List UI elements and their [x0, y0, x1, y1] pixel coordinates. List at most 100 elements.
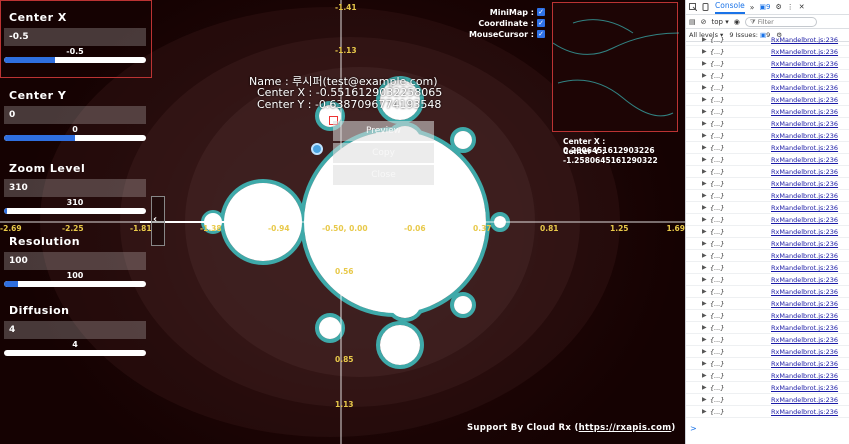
expand-arrow-icon[interactable]: ▶	[702, 120, 707, 127]
console-log-row[interactable]: ▶ {...} RxMandelbrot.js:236	[686, 58, 849, 70]
console-log-row[interactable]: ▶ {...} RxMandelbrot.js:236	[686, 154, 849, 166]
expand-arrow-icon[interactable]: ▶	[702, 264, 707, 271]
panel-input[interactable]: 310	[4, 179, 146, 197]
log-object[interactable]: {...}	[710, 204, 724, 212]
log-object[interactable]: {...}	[710, 60, 724, 68]
eye-icon[interactable]: ◉	[734, 18, 740, 26]
expand-arrow-icon[interactable]: ▶	[702, 396, 707, 403]
log-object[interactable]: {...}	[710, 324, 724, 332]
expand-arrow-icon[interactable]: ▶	[702, 228, 707, 235]
expand-arrow-icon[interactable]: ▶	[702, 216, 707, 223]
console-log-row[interactable]: ▶ {...} RxMandelbrot.js:236	[686, 106, 849, 118]
log-source-link[interactable]: RxMandelbrot.js:236	[771, 396, 838, 404]
expand-arrow-icon[interactable]: ▶	[702, 312, 707, 319]
checkbox[interactable]: ✓	[537, 19, 545, 27]
console-log-row[interactable]: ▶ {...} RxMandelbrot.js:236	[686, 394, 849, 406]
console-log-row[interactable]: ▶ {...} RxMandelbrot.js:236	[686, 226, 849, 238]
panel-input[interactable]: 4	[4, 321, 146, 339]
context-select[interactable]: top ▾	[712, 18, 729, 26]
fractal-viewport[interactable]: -2.69 -2.25 -1.81 -1.38 -0.94 -0.50, 0.00 -0.0…	[0, 0, 685, 444]
console-log-row[interactable]: ▶ {...} RxMandelbrot.js:236	[686, 94, 849, 106]
log-object[interactable]: {...}	[710, 132, 724, 140]
checkbox[interactable]: ✓	[537, 8, 545, 16]
log-source-link[interactable]: RxMandelbrot.js:236	[771, 288, 838, 296]
log-source-link[interactable]: RxMandelbrot.js:236	[771, 108, 838, 116]
console-prompt[interactable]: >	[690, 424, 697, 433]
console-log-row[interactable]: ▶ {...} RxMandelbrot.js:236	[686, 130, 849, 142]
log-source-link[interactable]: RxMandelbrot.js:236	[771, 312, 838, 320]
log-object[interactable]: {...}	[710, 396, 724, 404]
log-object[interactable]: {...}	[710, 180, 724, 188]
inspect-icon[interactable]	[689, 3, 697, 11]
log-source-link[interactable]: RxMandelbrot.js:236	[771, 300, 838, 308]
panel-slider[interactable]	[4, 57, 146, 63]
console-log-row[interactable]: ▶ {...} RxMandelbrot.js:236	[686, 238, 849, 250]
log-object[interactable]: {...}	[710, 84, 724, 92]
issues-badge[interactable]: ▣9	[759, 3, 770, 11]
expand-arrow-icon[interactable]: ▶	[702, 348, 707, 355]
log-object[interactable]: {...}	[710, 288, 724, 296]
expand-arrow-icon[interactable]: ▶	[702, 288, 707, 295]
expand-arrow-icon[interactable]: ▶	[702, 204, 707, 211]
log-source-link[interactable]: RxMandelbrot.js:236	[771, 132, 838, 140]
console-log-row[interactable]: ▶ {...} RxMandelbrot.js:236	[686, 166, 849, 178]
console-log-row[interactable]: ▶ {...} RxMandelbrot.js:236	[686, 142, 849, 154]
tab-console[interactable]: Console	[715, 1, 745, 14]
log-object[interactable]: {...}	[710, 252, 724, 260]
log-source-link[interactable]: RxMandelbrot.js:236	[771, 216, 838, 224]
log-object[interactable]: {...}	[710, 192, 724, 200]
log-object[interactable]: {...}	[710, 156, 724, 164]
log-source-link[interactable]: RxMandelbrot.js:236	[771, 372, 838, 380]
log-object[interactable]: {...}	[710, 372, 724, 380]
expand-arrow-icon[interactable]: ▶	[702, 180, 707, 187]
expand-arrow-icon[interactable]: ▶	[702, 384, 707, 391]
log-object[interactable]: {...}	[710, 96, 724, 104]
log-source-link[interactable]: RxMandelbrot.js:236	[771, 264, 838, 272]
log-source-link[interactable]: RxMandelbrot.js:236	[771, 336, 838, 344]
log-object[interactable]: {...}	[710, 120, 724, 128]
expand-arrow-icon[interactable]: ▶	[702, 72, 707, 79]
log-source-link[interactable]: RxMandelbrot.js:236	[771, 180, 838, 188]
log-source-link[interactable]: RxMandelbrot.js:236	[771, 276, 838, 284]
minimap[interactable]	[552, 2, 680, 132]
device-icon[interactable]	[702, 3, 710, 11]
console-log-row[interactable]: ▶ {...} RxMandelbrot.js:236	[686, 70, 849, 82]
log-object[interactable]: {...}	[710, 36, 724, 44]
console-log-row[interactable]: ▶ {...} RxMandelbrot.js:236	[686, 262, 849, 274]
console-log-row[interactable]: ▶ {...} RxMandelbrot.js:236	[686, 274, 849, 286]
expand-arrow-icon[interactable]: ▶	[702, 192, 707, 199]
log-object[interactable]: {...}	[710, 300, 724, 308]
filter-input[interactable]: ⧩ Filter	[744, 16, 817, 27]
preview-button[interactable]: Preview	[333, 121, 434, 141]
panel-slider[interactable]	[4, 135, 146, 141]
log-source-link[interactable]: RxMandelbrot.js:236	[771, 120, 838, 128]
log-object[interactable]: {...}	[710, 168, 724, 176]
expand-arrow-icon[interactable]: ▶	[702, 156, 707, 163]
panel-slider[interactable]	[4, 208, 146, 214]
copy-button[interactable]: Copy	[333, 143, 434, 163]
console-log-row[interactable]: ▶ {...} RxMandelbrot.js:236	[686, 250, 849, 262]
log-source-link[interactable]: RxMandelbrot.js:236	[771, 384, 838, 392]
console-log-row[interactable]: ▶ {...} RxMandelbrot.js:236	[686, 178, 849, 190]
console-log-row[interactable]: ▶ {...} RxMandelbrot.js:236	[686, 214, 849, 226]
log-object[interactable]: {...}	[710, 312, 724, 320]
console-log-row[interactable]: ▶ {...} RxMandelbrot.js:236	[686, 34, 849, 46]
expand-arrow-icon[interactable]: ▶	[702, 168, 707, 175]
log-source-link[interactable]: RxMandelbrot.js:236	[771, 48, 838, 56]
kebab-menu-icon[interactable]: ⋮	[787, 3, 794, 11]
console-log-row[interactable]: ▶ {...} RxMandelbrot.js:236	[686, 346, 849, 358]
expand-arrow-icon[interactable]: ▶	[702, 336, 707, 343]
log-object[interactable]: {...}	[710, 240, 724, 248]
expand-arrow-icon[interactable]: ▶	[702, 276, 707, 283]
log-object[interactable]: {...}	[710, 72, 724, 80]
log-source-link[interactable]: RxMandelbrot.js:236	[771, 192, 838, 200]
log-object[interactable]: {...}	[710, 348, 724, 356]
log-source-link[interactable]: RxMandelbrot.js:236	[771, 240, 838, 248]
support-link[interactable]: https://rxapis.com	[579, 423, 672, 433]
sidebar-toggle-icon[interactable]: ▤	[689, 18, 696, 26]
panel-input[interactable]: 0	[4, 106, 146, 124]
panel-slider[interactable]	[4, 350, 146, 356]
console-log-row[interactable]: ▶ {...} RxMandelbrot.js:236	[686, 118, 849, 130]
log-source-link[interactable]: RxMandelbrot.js:236	[771, 204, 838, 212]
log-source-link[interactable]: RxMandelbrot.js:236	[771, 60, 838, 68]
